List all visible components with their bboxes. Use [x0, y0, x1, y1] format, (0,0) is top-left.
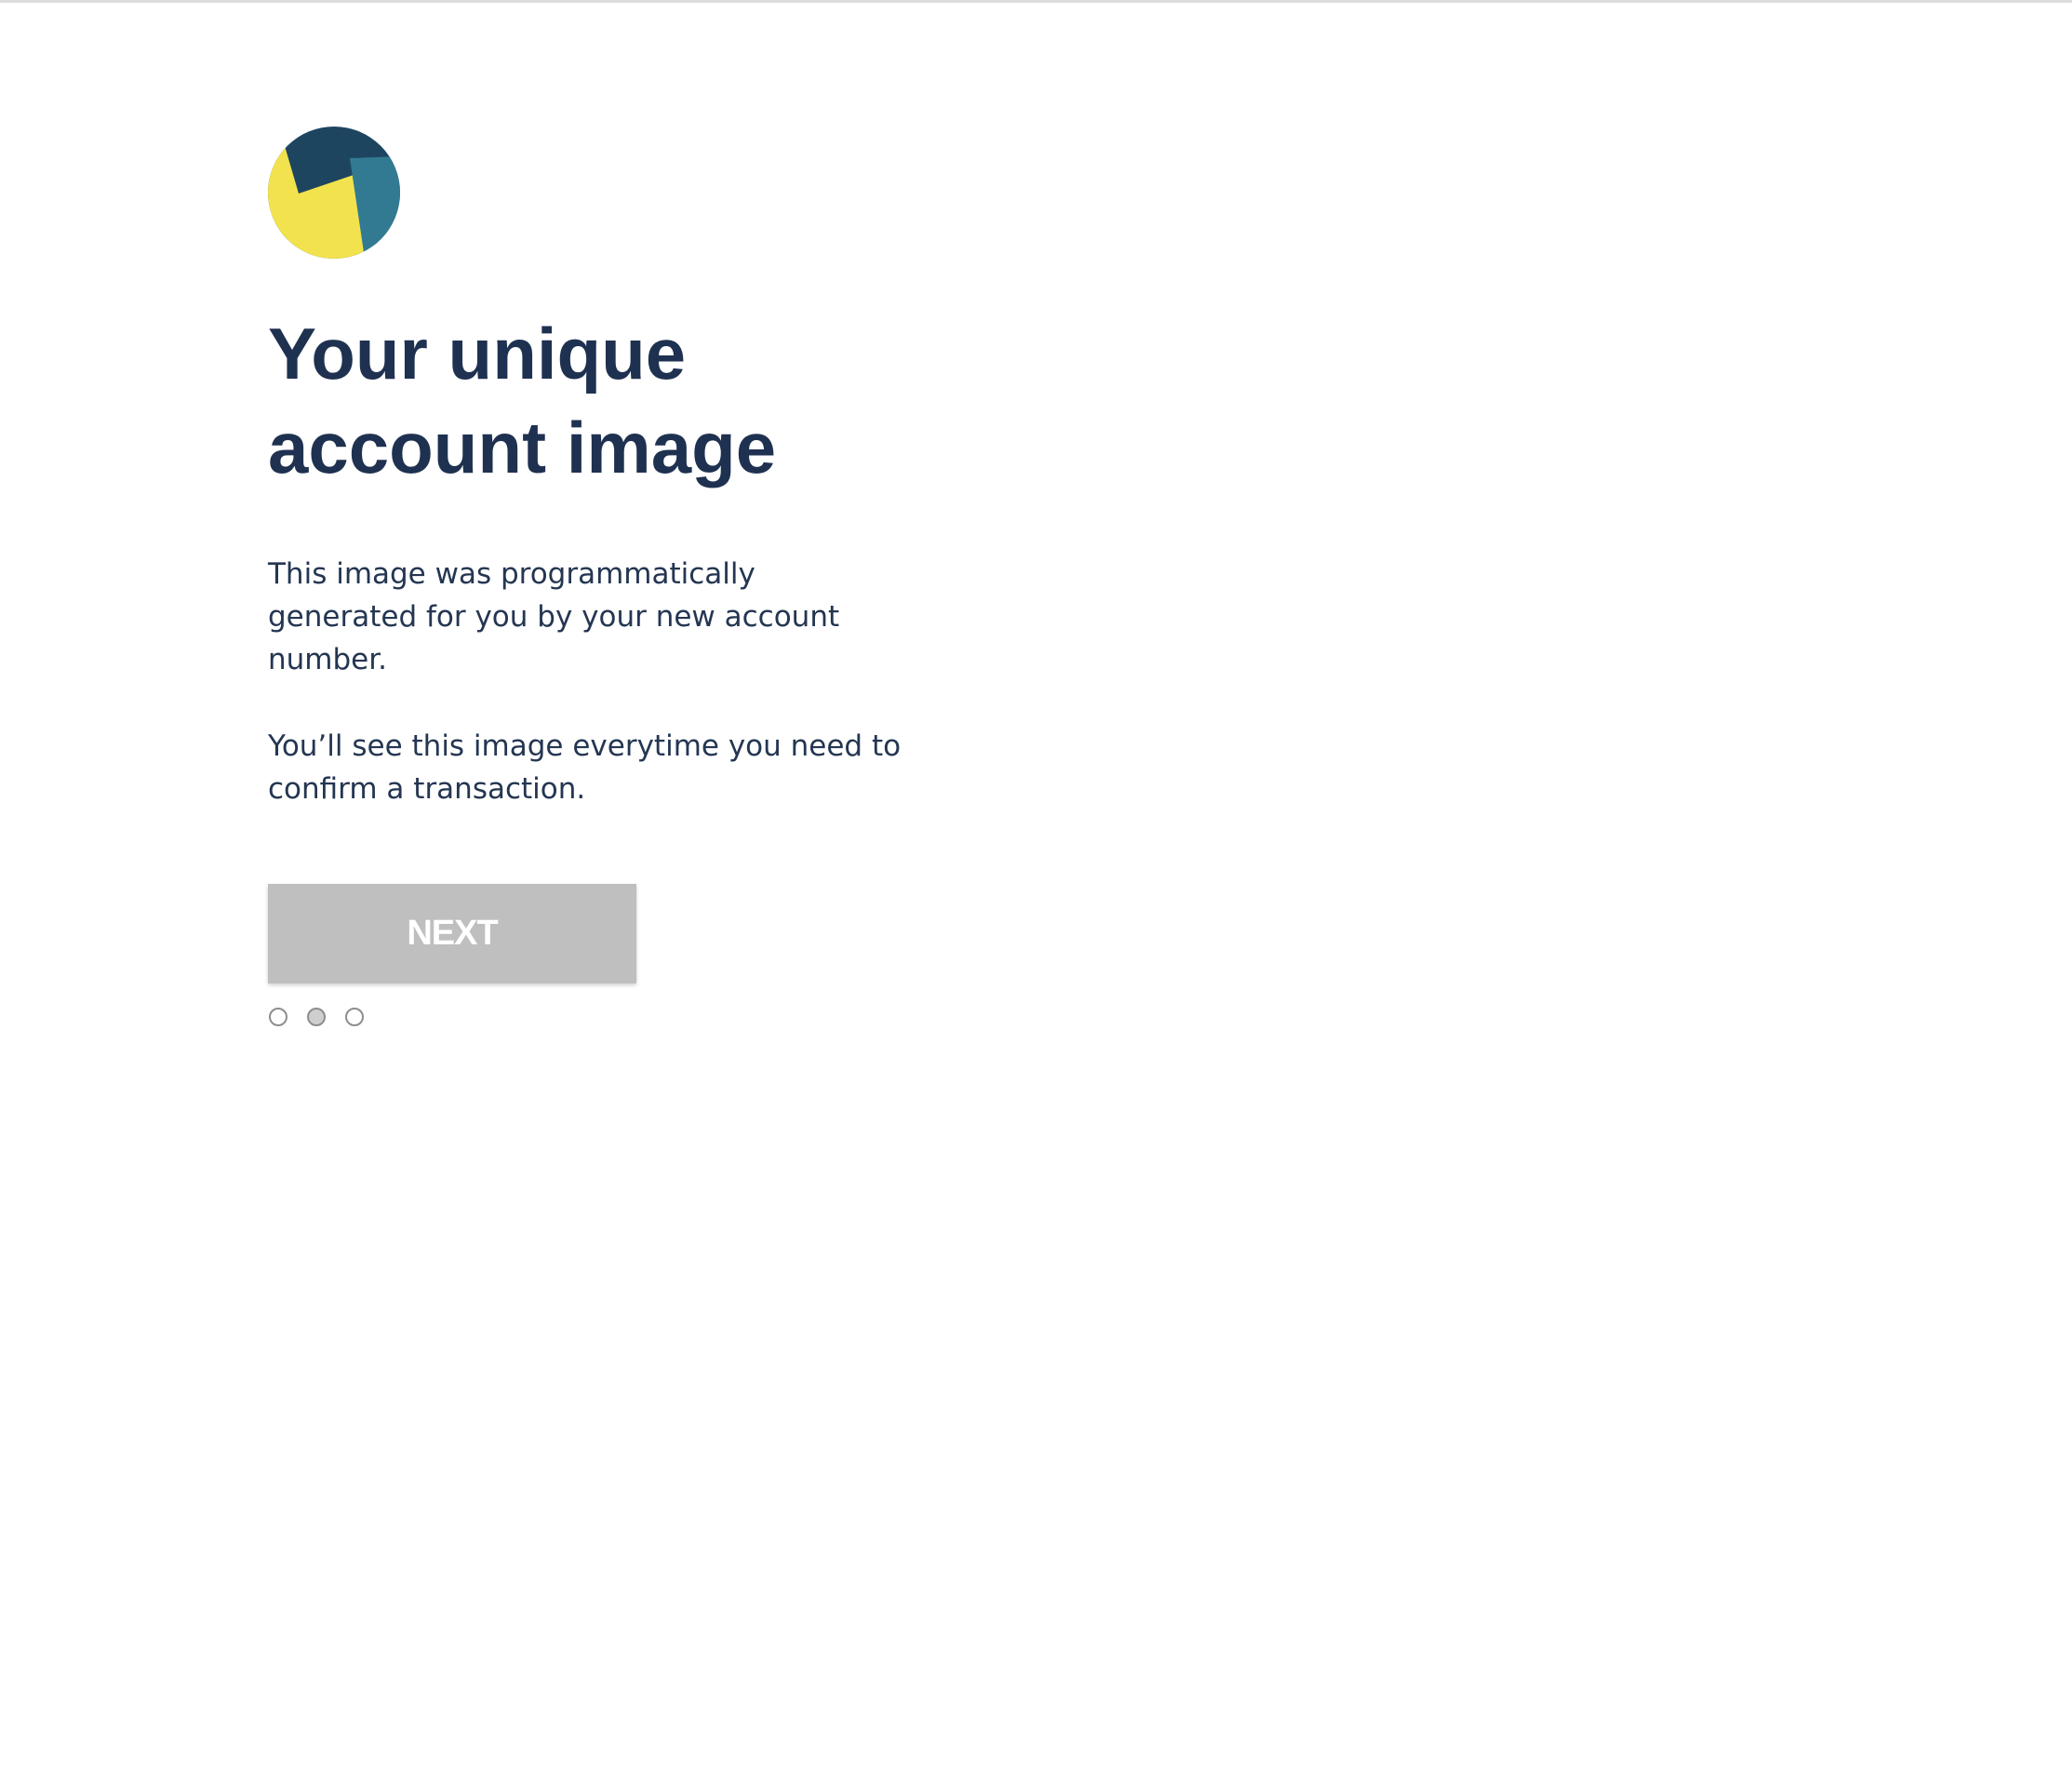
account-identicon — [268, 127, 400, 259]
pagination-dots — [268, 1008, 938, 1026]
pagination-dot-2[interactable] — [307, 1008, 326, 1026]
description-1-line-2: generated for you by your new account — [268, 600, 840, 634]
next-button[interactable]: NEXT — [268, 884, 636, 983]
description-paragraph-1: This image was programmatically generate… — [268, 553, 919, 681]
description-paragraph-2: You’ll see this image everytime you need… — [268, 725, 919, 810]
pagination-dot-3[interactable] — [345, 1008, 364, 1026]
identicon-icon — [268, 127, 400, 259]
page-title: Your unique account image — [268, 307, 863, 495]
page-title-line-2: account image — [268, 407, 777, 488]
pagination-dot-1[interactable] — [269, 1008, 287, 1026]
description-2-line-2: confirm a transaction. — [268, 772, 586, 806]
description-1-line-3: number. — [268, 643, 387, 676]
page-title-line-1: Your unique — [268, 313, 687, 394]
description-2-line-1: You’ll see this image everytime you need… — [268, 729, 902, 763]
onboarding-panel: Your unique account image This image was… — [268, 127, 938, 1026]
description-1-line-1: This image was programmatically — [268, 557, 755, 591]
window-top-border — [0, 0, 2072, 3]
